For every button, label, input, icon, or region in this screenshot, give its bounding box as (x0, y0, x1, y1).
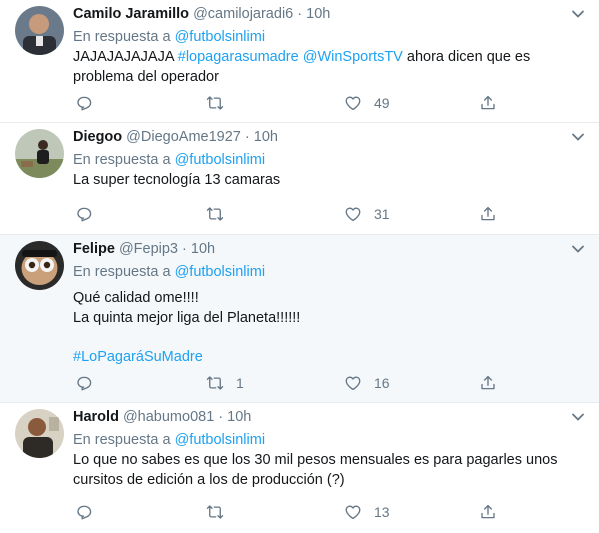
separator-dot: · (218, 409, 224, 425)
tweet-text: Qué calidad ome!!!! La quinta mejor liga … (73, 290, 301, 365)
like-button[interactable]: 16 (344, 373, 390, 393)
reply-to-link[interactable]: @futbolsinlimi (175, 432, 265, 448)
reply-button[interactable] (75, 93, 93, 113)
retweet-button[interactable] (206, 204, 236, 224)
retweet-count: 1 (236, 375, 244, 391)
tweet-actions: 1 16 (73, 373, 503, 393)
tweet-header: Diegoo @DiegoAme1927 · 10h (73, 128, 278, 146)
chevron-down-icon[interactable] (571, 244, 585, 254)
tweet-text: La super tecnología 13 camaras (73, 172, 281, 188)
tweet-actions: 49 (73, 93, 503, 113)
reply-context: En respuesta a @futbolsinlimi (73, 431, 265, 449)
like-icon (345, 505, 361, 520)
reply-prefix: En respuesta a (73, 432, 171, 448)
timestamp[interactable]: 10h (306, 6, 330, 22)
share-button[interactable] (479, 93, 497, 113)
like-count: 49 (374, 95, 390, 111)
retweet-button[interactable] (206, 502, 236, 522)
user-handle[interactable]: @Fepip3 (119, 241, 178, 257)
retweet-icon (206, 376, 224, 390)
tweet[interactable]: Diegoo @DiegoAme1927 · 10h En respuesta … (0, 123, 599, 235)
user-handle[interactable]: @camilojaradi6 (193, 6, 293, 22)
reply-button[interactable] (75, 204, 93, 224)
reply-icon (77, 505, 92, 520)
like-button[interactable]: 31 (344, 204, 390, 224)
user-handle[interactable]: @habumo081 (123, 409, 214, 425)
like-button[interactable]: 13 (344, 502, 390, 522)
retweet-icon (206, 207, 224, 221)
share-button[interactable] (479, 502, 497, 522)
reply-icon (77, 207, 92, 222)
display-name[interactable]: Harold (73, 409, 119, 425)
avatar[interactable] (15, 129, 64, 178)
reply-prefix: En respuesta a (73, 29, 171, 45)
tweet[interactable]: Camilo Jaramillo @camilojaradi6 · 10h En… (0, 0, 599, 123)
tweet-actions: 13 (73, 502, 503, 522)
timestamp[interactable]: 10h (254, 129, 278, 145)
tweet-actions: 31 (73, 204, 503, 224)
tweet-header: Felipe @Fepip3 · 10h (73, 240, 215, 258)
separator-dot: · (182, 241, 187, 257)
reply-icon (77, 96, 92, 111)
share-icon (481, 375, 495, 390)
chevron-down-icon[interactable] (571, 412, 585, 422)
avatar[interactable] (15, 409, 64, 458)
tweet[interactable]: Felipe @Fepip3 · 10h En respuesta a @fut… (0, 235, 599, 403)
tweet-header: Camilo Jaramillo @camilojaradi6 · 10h (73, 5, 330, 23)
reply-prefix: En respuesta a (73, 264, 171, 280)
share-icon (481, 206, 495, 221)
reply-context: En respuesta a @futbolsinlimi (73, 263, 265, 281)
avatar[interactable] (15, 241, 64, 290)
share-button[interactable] (479, 204, 497, 224)
like-icon (345, 376, 361, 391)
retweet-icon (206, 96, 224, 110)
reply-prefix: En respuesta a (73, 152, 171, 168)
retweet-button[interactable] (206, 93, 236, 113)
reply-button[interactable] (75, 373, 93, 393)
chevron-down-icon[interactable] (571, 132, 585, 142)
share-icon (481, 504, 495, 519)
retweet-button[interactable]: 1 (206, 373, 244, 393)
user-handle[interactable]: @DiegoAme1927 (126, 129, 241, 145)
share-icon (481, 95, 495, 110)
separator-dot: · (297, 6, 303, 22)
like-count: 16 (374, 375, 390, 391)
reply-to-link[interactable]: @futbolsinlimi (175, 264, 265, 280)
like-count: 13 (374, 504, 390, 520)
timestamp[interactable]: 10h (227, 409, 251, 425)
share-button[interactable] (479, 373, 497, 393)
reply-to-link[interactable]: @futbolsinlimi (175, 152, 265, 168)
retweet-icon (206, 505, 224, 519)
like-button[interactable]: 49 (344, 93, 390, 113)
tweet[interactable]: Harold @habumo081 · 10h En respuesta a @… (0, 403, 599, 533)
display-name[interactable]: Diegoo (73, 129, 122, 145)
reply-button[interactable] (75, 502, 93, 522)
tweet-text: JAJAJAJAJAJA #lopagarasumadre @WinSports… (73, 49, 531, 85)
like-icon (345, 207, 361, 222)
tweet-header: Harold @habumo081 · 10h (73, 408, 251, 426)
tweet-text: Lo que no sabes es que los 30 mil pesos … (73, 452, 558, 488)
display-name[interactable]: Camilo Jaramillo (73, 6, 189, 22)
like-icon (345, 96, 361, 111)
reply-context: En respuesta a @futbolsinlimi (73, 28, 265, 46)
display-name[interactable]: Felipe (73, 241, 115, 257)
timestamp[interactable]: 10h (191, 241, 215, 257)
like-count: 31 (374, 206, 390, 222)
reply-to-link[interactable]: @futbolsinlimi (175, 29, 265, 45)
reply-context: En respuesta a @futbolsinlimi (73, 151, 265, 169)
chevron-down-icon[interactable] (571, 9, 585, 19)
avatar[interactable] (15, 6, 64, 55)
separator-dot: · (244, 129, 250, 145)
reply-icon (77, 376, 92, 391)
